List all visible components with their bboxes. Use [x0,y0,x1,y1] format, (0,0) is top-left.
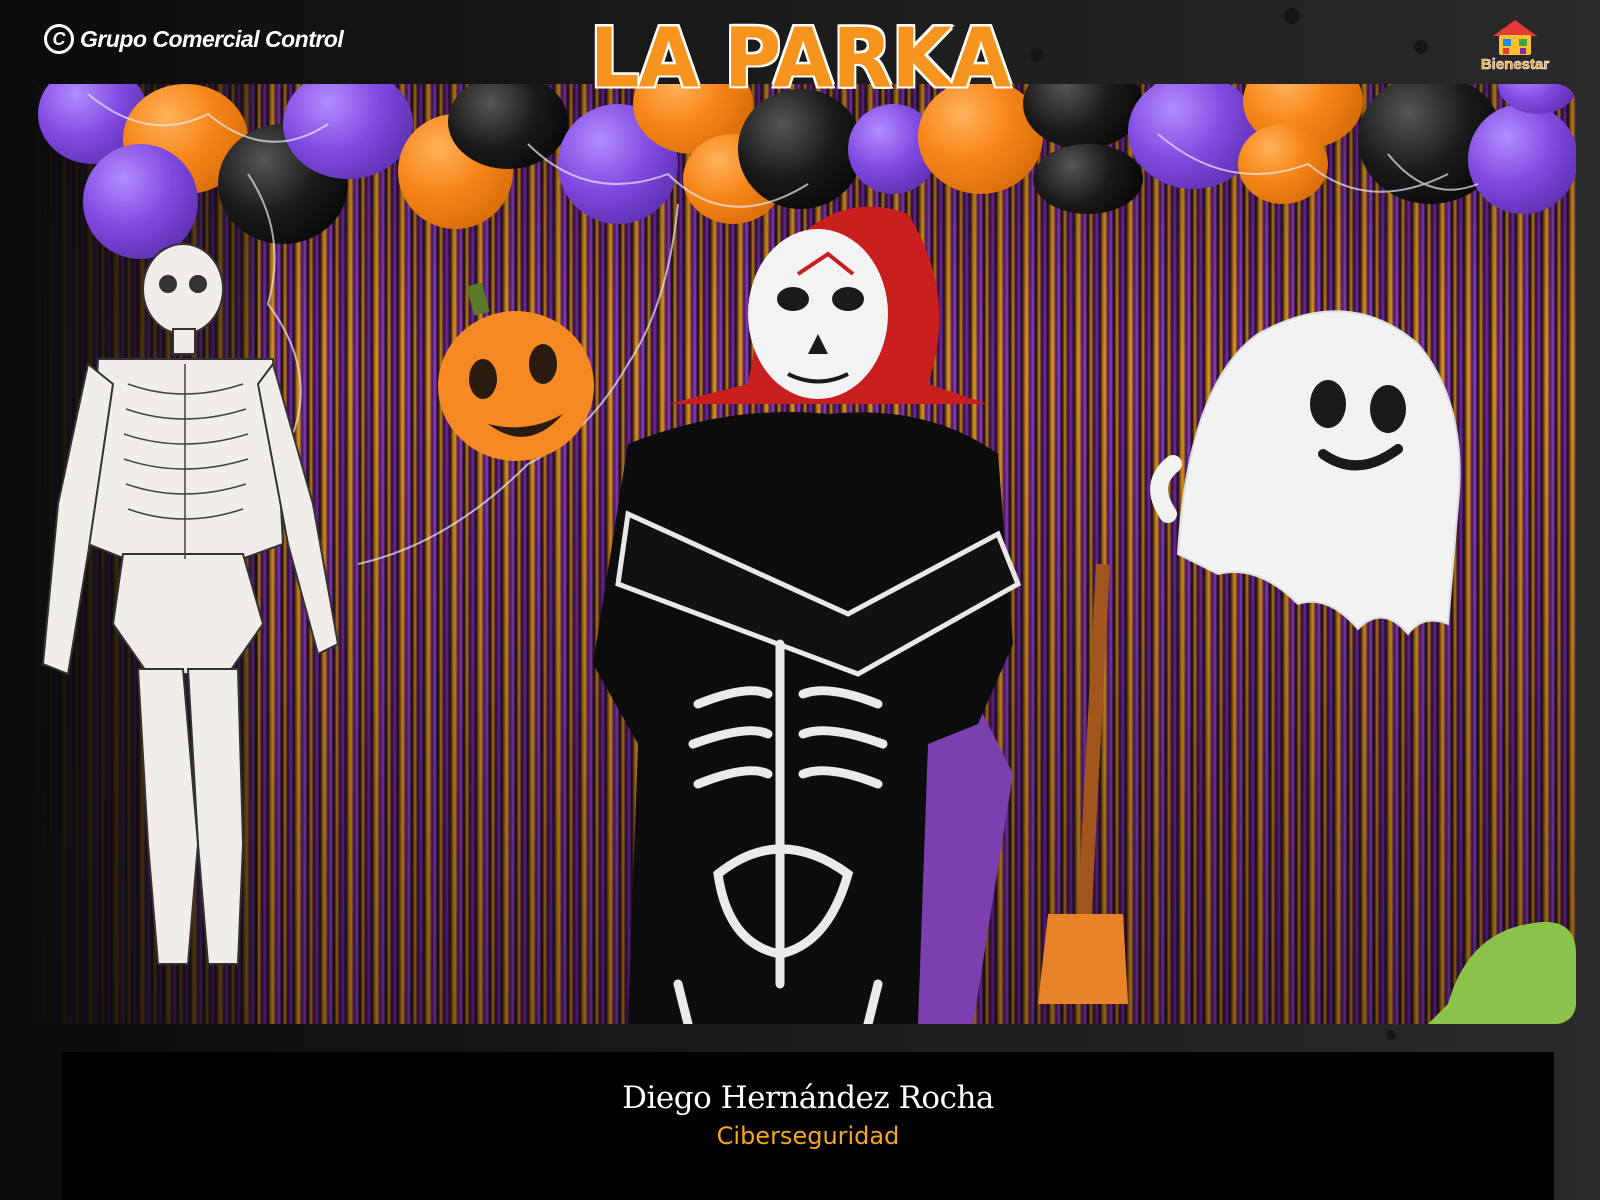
name-caption: Diego Hernández Rocha Ciberseguridad [62,1052,1554,1200]
ghost-decoration [1150,310,1461,636]
house-icon [1493,20,1537,56]
pumpkin-decoration [438,282,594,461]
person-department: Ciberseguridad [716,1122,900,1150]
person-name: Diego Hernández Rocha [622,1080,994,1116]
broom-decoration [1038,563,1128,1004]
slime-decoration [1428,922,1576,1024]
brand-right-name: Bienestar [1480,56,1550,74]
page-title: LA PARKA [588,10,1012,108]
costume-photo [28,84,1576,1024]
scene-illustration [41,93,1576,1024]
brand-logo-bienestar: Bienestar [1470,20,1560,73]
background-dot [1386,1030,1396,1040]
